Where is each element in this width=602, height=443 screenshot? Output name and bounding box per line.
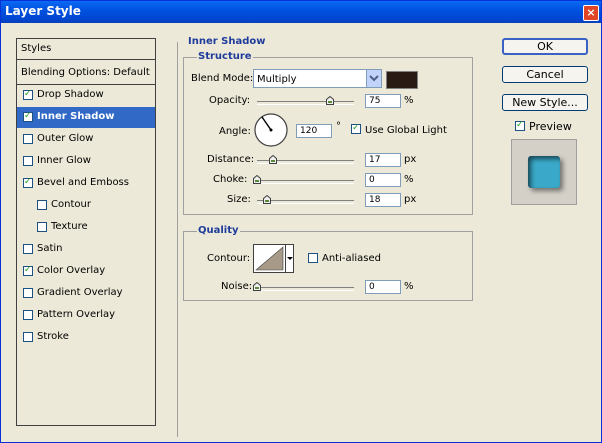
contour-label: Contour:: [207, 253, 251, 264]
size-slider-track[interactable]: [257, 200, 354, 204]
close-icon: ×: [586, 6, 596, 19]
opacity-input[interactable]: 75: [365, 94, 401, 108]
noise-label: Noise:: [221, 281, 253, 292]
noise-input[interactable]: 0: [365, 280, 401, 294]
blend-mode-select[interactable]: Multiply: [253, 69, 382, 88]
choke-slider-thumb[interactable]: [253, 175, 261, 184]
style-preview: [511, 139, 577, 205]
opacity-slider-track[interactable]: [257, 101, 354, 105]
style-item-stroke[interactable]: Stroke: [17, 327, 155, 348]
style-item-checkbox[interactable]: [23, 156, 33, 166]
size-input[interactable]: 18: [365, 193, 401, 207]
blend-mode-label: Blend Mode:: [191, 73, 254, 84]
use-global-light-checkbox[interactable]: [351, 123, 361, 134]
blend-mode-value: Multiply: [257, 74, 297, 85]
structure-title: Structure: [197, 51, 253, 62]
size-unit: px: [404, 194, 417, 205]
angle-input[interactable]: 120: [296, 124, 332, 138]
choke-unit: %: [404, 174, 414, 185]
preview-swatch: [528, 156, 560, 188]
distance-slider-thumb[interactable]: [269, 155, 278, 164]
style-item-label: Contour: [51, 199, 91, 210]
style-item-pattern-overlay[interactable]: Pattern Overlay: [17, 305, 155, 326]
style-item-texture[interactable]: Texture: [17, 217, 155, 238]
style-item-label: Color Overlay: [37, 265, 106, 276]
anti-aliased-label: Anti-aliased: [322, 253, 382, 264]
style-item-inner-shadow[interactable]: Inner Shadow: [17, 107, 155, 128]
size-slider-thumb[interactable]: [262, 195, 271, 204]
style-item-inner-glow[interactable]: Inner Glow: [17, 151, 155, 172]
style-item-checkbox[interactable]: [37, 222, 47, 232]
style-item-checkbox[interactable]: [23, 244, 33, 254]
contour-curve-icon: [255, 246, 284, 271]
angle-unit: °: [336, 121, 341, 132]
choke-label: Choke:: [213, 174, 248, 185]
noise-unit: %: [404, 281, 414, 292]
preview-checkbox[interactable]: [515, 120, 525, 131]
style-item-label: Pattern Overlay: [37, 309, 116, 320]
style-item-label: Drop Shadow: [37, 89, 104, 100]
triangle-down-icon[interactable]: [285, 245, 294, 272]
close-button[interactable]: ×: [583, 5, 599, 21]
style-item-label: Gradient Overlay: [37, 287, 123, 298]
angle-dial[interactable]: [253, 112, 289, 148]
style-item-checkbox[interactable]: [23, 89, 33, 100]
preview-label: Preview: [529, 120, 572, 133]
anti-aliased-checkbox[interactable]: [308, 253, 318, 263]
contour-picker[interactable]: [253, 244, 294, 273]
style-item-checkbox[interactable]: [23, 111, 33, 122]
style-item-bevel-and-emboss[interactable]: Bevel and Emboss: [17, 173, 155, 194]
style-item-label: Satin: [37, 243, 63, 254]
style-item-gradient-overlay[interactable]: Gradient Overlay: [17, 283, 155, 304]
size-label: Size:: [227, 194, 251, 205]
style-item-checkbox[interactable]: [23, 288, 33, 298]
style-item-label: Bevel and Emboss: [37, 177, 129, 188]
use-global-light-label: Use Global Light: [365, 125, 447, 136]
cancel-button[interactable]: Cancel: [502, 66, 588, 83]
distance-label: Distance:: [207, 154, 255, 165]
distance-unit: px: [404, 154, 417, 165]
style-item-satin[interactable]: Satin: [17, 239, 155, 260]
blending-options-item[interactable]: Blending Options: Default: [17, 63, 155, 84]
style-item-contour[interactable]: Contour: [17, 195, 155, 216]
choke-slider-track[interactable]: [257, 180, 354, 184]
window-title: Layer Style: [5, 4, 81, 18]
style-item-checkbox[interactable]: [23, 265, 33, 276]
style-item-color-overlay[interactable]: Color Overlay: [17, 261, 155, 282]
style-item-checkbox[interactable]: [23, 310, 33, 320]
noise-slider-thumb[interactable]: [253, 282, 261, 291]
choke-input[interactable]: 0: [365, 173, 401, 187]
opacity-slider-thumb[interactable]: [325, 96, 334, 105]
style-item-checkbox[interactable]: [23, 177, 33, 188]
styles-header-label: Styles: [21, 43, 52, 54]
distance-input[interactable]: 17: [365, 153, 401, 167]
style-item-checkbox[interactable]: [23, 332, 33, 342]
angle-label: Angle:: [219, 126, 251, 137]
styles-list: Styles Blending Options: Default Drop Sh…: [16, 38, 156, 426]
styles-header[interactable]: Styles: [17, 39, 155, 60]
opacity-unit: %: [404, 95, 414, 106]
chevron-down-icon[interactable]: [366, 70, 381, 87]
style-item-label: Outer Glow: [37, 133, 94, 144]
style-item-label: Inner Shadow: [37, 111, 115, 122]
quality-title: Quality: [197, 225, 240, 236]
layer-style-dialog: Layer Style × Styles Blending Options: D…: [0, 0, 602, 443]
divider: [17, 59, 155, 60]
style-item-outer-glow[interactable]: Outer Glow: [17, 129, 155, 150]
noise-slider-track[interactable]: [257, 287, 354, 291]
style-item-label: Stroke: [37, 331, 69, 342]
title-bar[interactable]: Layer Style ×: [1, 1, 601, 23]
style-item-drop-shadow[interactable]: Drop Shadow: [17, 85, 155, 106]
shadow-color-swatch[interactable]: [386, 71, 418, 89]
style-item-label: Texture: [51, 221, 88, 232]
ok-button[interactable]: OK: [502, 38, 588, 55]
opacity-label: Opacity:: [209, 95, 251, 106]
style-item-checkbox[interactable]: [37, 200, 47, 210]
style-item-checkbox[interactable]: [23, 134, 33, 144]
style-item-label: Inner Glow: [37, 155, 91, 166]
new-style-button[interactable]: New Style...: [502, 94, 588, 111]
blending-options-label: Blending Options: Default: [21, 67, 150, 78]
